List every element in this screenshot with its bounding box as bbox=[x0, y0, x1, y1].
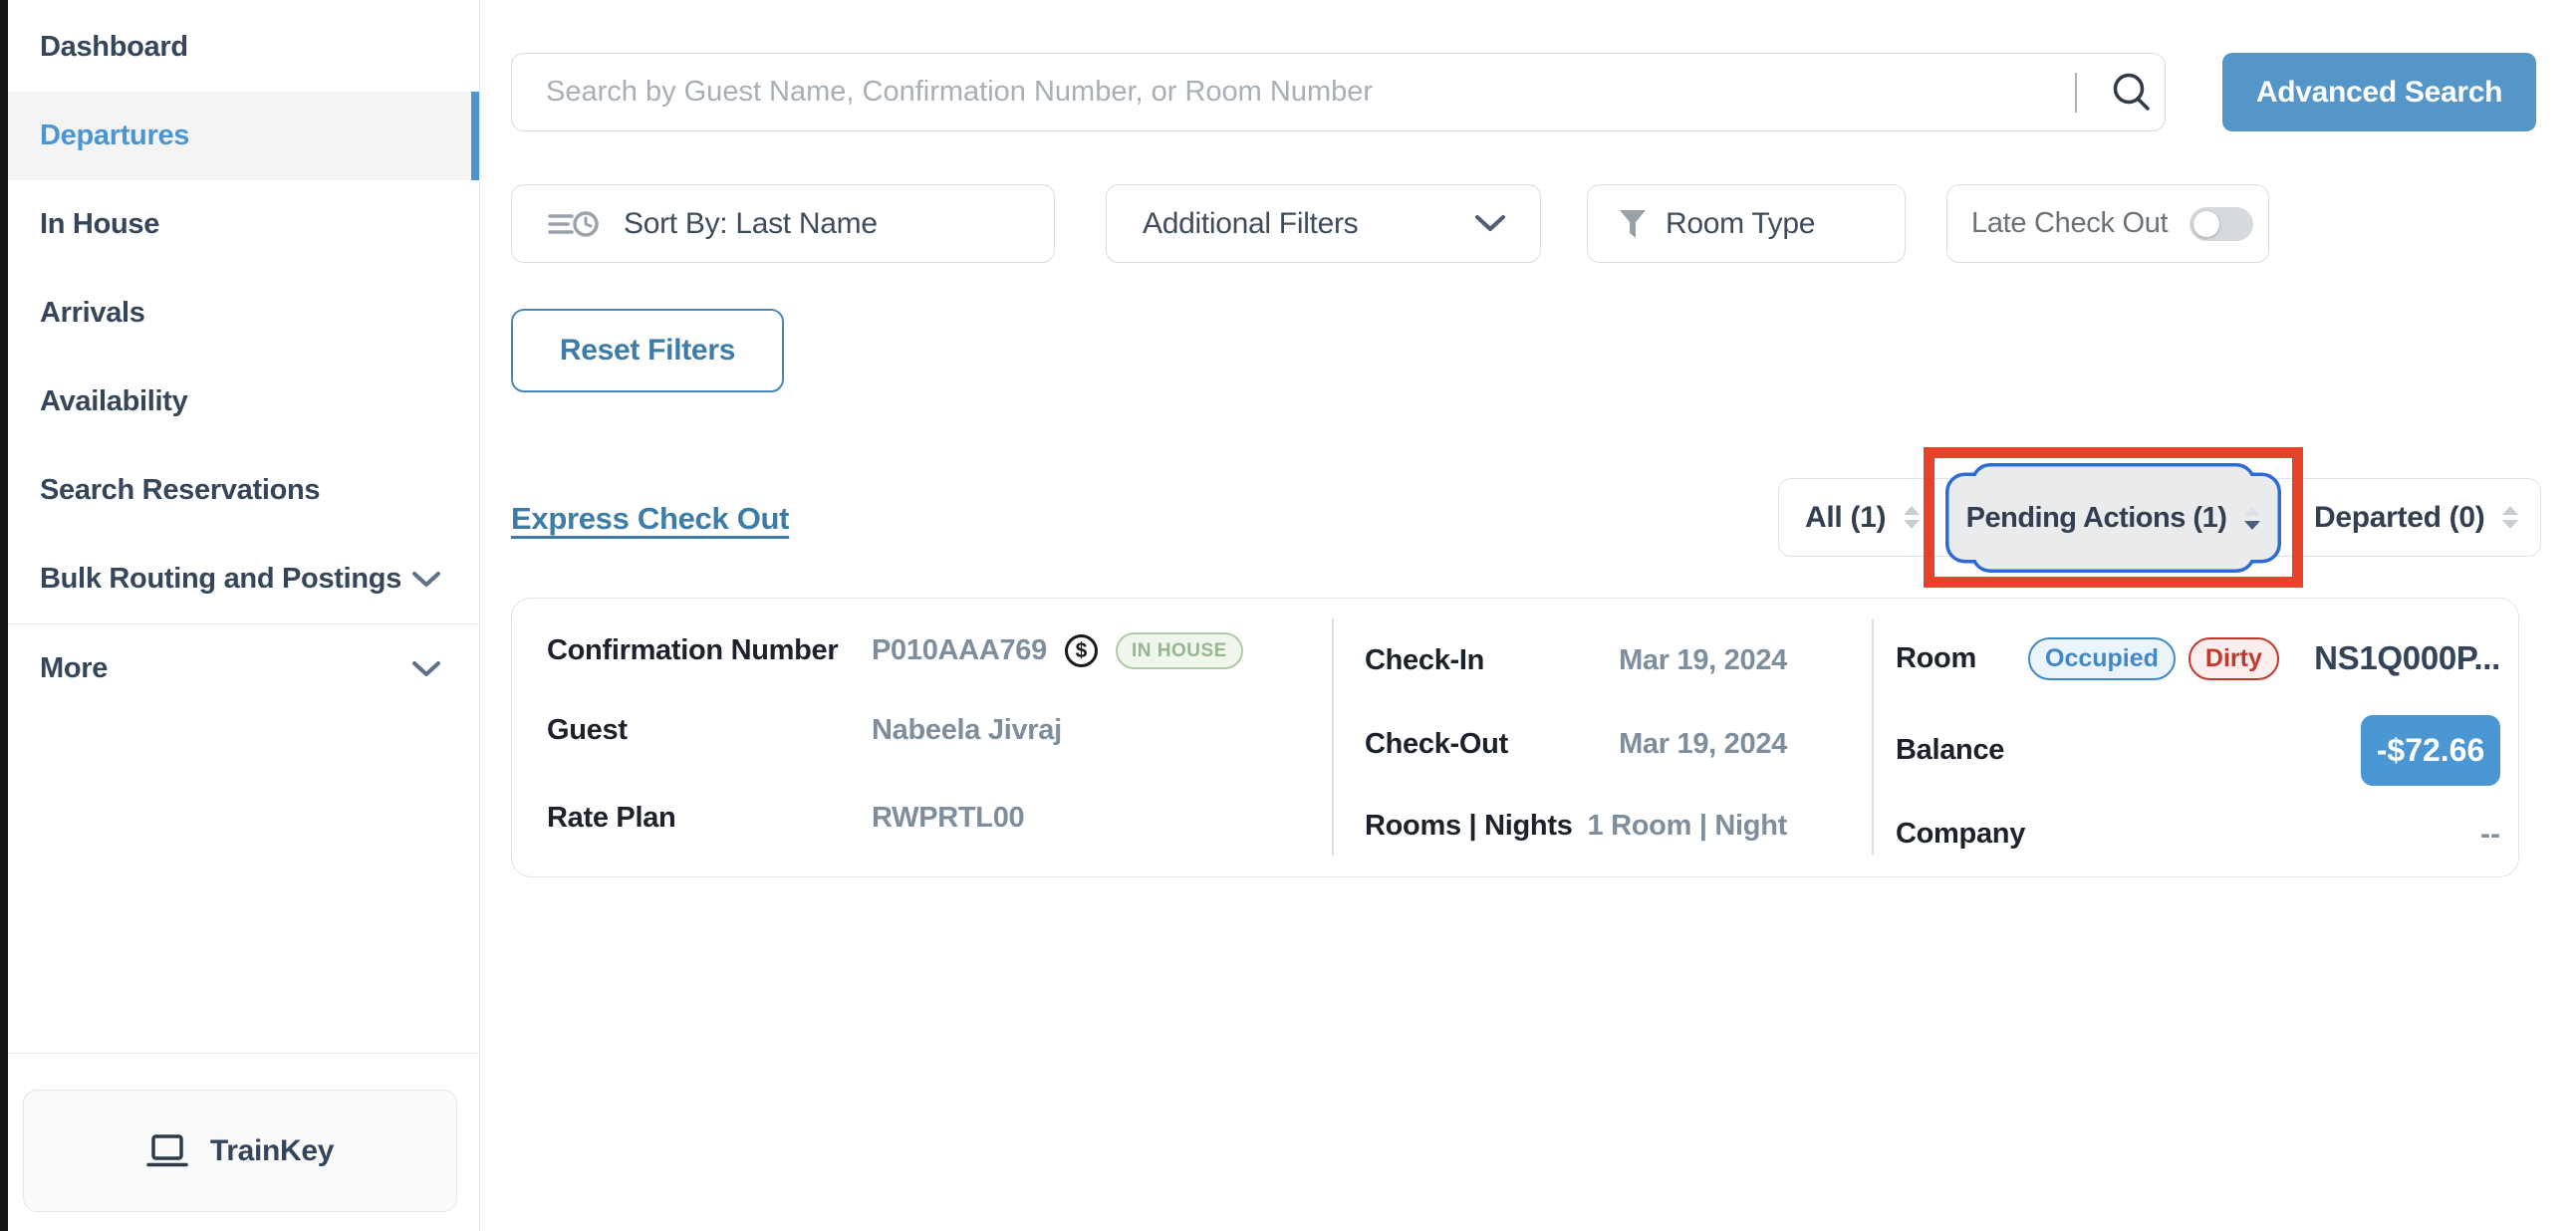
sidebar-item-more[interactable]: More bbox=[8, 623, 479, 713]
sort-by-label: Sort By: Last Name bbox=[624, 207, 878, 241]
sort-arrows-icon bbox=[1904, 506, 1920, 529]
confirmation-number-value: P010AAA769 bbox=[872, 634, 1047, 667]
sidebar-item-label: Arrivals bbox=[40, 297, 145, 330]
sidebar-item-availability[interactable]: Availability bbox=[8, 358, 479, 446]
room-type-label: Room Type bbox=[1666, 207, 1815, 241]
additional-filters-dropdown[interactable]: Additional Filters bbox=[1106, 184, 1541, 263]
rate-plan-label: Rate Plan bbox=[547, 802, 872, 835]
sidebar: Dashboard Departures In House Arrivals A… bbox=[8, 0, 480, 1231]
guest-name: Nabeela Jivraj bbox=[872, 714, 1062, 747]
search-button[interactable] bbox=[2099, 57, 2165, 128]
laptop-icon bbox=[146, 1133, 188, 1169]
dropdown-caret-icon bbox=[2244, 507, 2260, 530]
tab-departed[interactable]: Departed (0) bbox=[2314, 479, 2518, 556]
confirmation-number-label: Confirmation Number bbox=[547, 634, 872, 667]
toggle-knob bbox=[2193, 211, 2219, 237]
search-bar bbox=[511, 53, 2166, 131]
card-column-divider bbox=[1332, 618, 1334, 856]
sidebar-item-label: More bbox=[40, 652, 108, 685]
company-label: Company bbox=[1896, 818, 2025, 851]
advanced-search-button[interactable]: Advanced Search bbox=[2222, 53, 2536, 131]
reset-filters-button[interactable]: Reset Filters bbox=[511, 309, 784, 392]
sort-arrows-icon bbox=[2502, 506, 2518, 529]
dirty-badge: Dirty bbox=[2189, 637, 2279, 680]
sidebar-item-departures[interactable]: Departures bbox=[8, 92, 479, 180]
occupied-badge: Occupied bbox=[2028, 637, 2176, 680]
in-house-status-badge: IN HOUSE bbox=[1116, 632, 1243, 669]
search-icon bbox=[2109, 70, 2155, 116]
chevron-down-icon bbox=[1474, 214, 1506, 233]
chevron-down-icon bbox=[411, 660, 441, 678]
card-column-divider bbox=[1872, 618, 1874, 856]
sidebar-item-label: Bulk Routing and Postings bbox=[40, 563, 401, 596]
balance-chip[interactable]: -$72.66 bbox=[2361, 715, 2500, 786]
chevron-down-icon bbox=[411, 571, 441, 589]
room-label: Room bbox=[1896, 642, 2028, 675]
check-out-label: Check-Out bbox=[1365, 728, 1508, 761]
tab-pending-actions[interactable]: Pending Actions (1) bbox=[1945, 463, 2281, 573]
sidebar-item-bulk-routing[interactable]: Bulk Routing and Postings bbox=[8, 535, 479, 623]
filter-funnel-icon bbox=[1618, 208, 1648, 240]
check-in-label: Check-In bbox=[1365, 644, 1484, 677]
late-check-out-label: Late Check Out bbox=[1971, 207, 2168, 240]
company-value: -- bbox=[2480, 818, 2500, 852]
sidebar-item-dashboard[interactable]: Dashboard bbox=[8, 3, 479, 92]
sidebar-nav: Dashboard Departures In House Arrivals A… bbox=[8, 0, 479, 713]
sidebar-divider bbox=[8, 1053, 479, 1054]
payment-dollar-icon: $ bbox=[1065, 634, 1098, 667]
search-divider bbox=[2075, 73, 2077, 113]
tab-pending-label: Pending Actions (1) bbox=[1966, 502, 2227, 535]
sidebar-item-label: Availability bbox=[40, 385, 187, 418]
sidebar-item-arrivals[interactable]: Arrivals bbox=[8, 269, 479, 358]
sidebar-item-label: Departures bbox=[40, 120, 189, 152]
sidebar-item-search-reservations[interactable]: Search Reservations bbox=[8, 446, 479, 535]
trainkey-button[interactable]: TrainKey bbox=[23, 1090, 457, 1212]
reservation-card[interactable]: Confirmation Number P010AAA769 $ IN HOUS… bbox=[511, 598, 2519, 877]
check-out-date: Mar 19, 2024 bbox=[1619, 728, 1787, 761]
tab-all-label: All (1) bbox=[1805, 501, 1886, 535]
rate-plan-value: RWPRTL00 bbox=[872, 802, 1024, 835]
late-check-out-toggle[interactable] bbox=[2190, 207, 2253, 241]
rooms-nights-label: Rooms | Nights bbox=[1365, 810, 1573, 843]
sidebar-item-label: Search Reservations bbox=[40, 474, 320, 507]
search-input[interactable] bbox=[512, 76, 2075, 109]
guest-label: Guest bbox=[547, 714, 872, 747]
trainkey-label: TrainKey bbox=[210, 1134, 334, 1168]
check-in-date: Mar 19, 2024 bbox=[1619, 644, 1787, 677]
tab-all[interactable]: All (1) bbox=[1805, 479, 1920, 556]
sidebar-item-in-house[interactable]: In House bbox=[8, 180, 479, 269]
late-check-out-filter: Late Check Out bbox=[1946, 184, 2269, 263]
sidebar-item-label: Dashboard bbox=[40, 31, 188, 64]
additional-filters-label: Additional Filters bbox=[1143, 207, 1358, 241]
app-window: Dashboard Departures In House Arrivals A… bbox=[8, 0, 2576, 1231]
rooms-nights-value: 1 Room | Night bbox=[1588, 810, 1787, 843]
express-check-out-link[interactable]: Express Check Out bbox=[511, 501, 789, 537]
sidebar-item-label: In House bbox=[40, 208, 159, 241]
sort-by-button[interactable]: Sort By: Last Name bbox=[511, 184, 1055, 263]
room-type-button[interactable]: Room Type bbox=[1587, 184, 1906, 263]
room-number: NS1Q000P... bbox=[2314, 639, 2500, 677]
sort-by-time-icon bbox=[548, 208, 600, 240]
balance-label: Balance bbox=[1896, 734, 2004, 767]
tab-departed-label: Departed (0) bbox=[2314, 501, 2484, 535]
